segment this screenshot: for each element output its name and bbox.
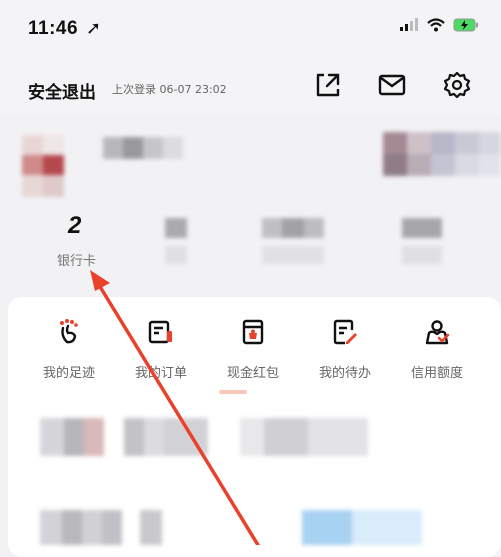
wifi-icon bbox=[427, 18, 445, 32]
order-icon bbox=[148, 320, 172, 344]
red-packet-icon bbox=[242, 319, 264, 345]
stat-blurred-2[interactable] bbox=[165, 218, 187, 266]
menu-label-todo: 我的待办 bbox=[318, 366, 371, 381]
settings-gear-icon[interactable] bbox=[441, 69, 473, 101]
logout-button[interactable]: 安全退出 bbox=[28, 78, 96, 103]
username-blurred bbox=[103, 137, 183, 159]
header: 安全退出 上次登录 06-07 23:02 bbox=[0, 55, 501, 115]
stat-blurred-4[interactable] bbox=[402, 218, 442, 266]
status-icons bbox=[399, 18, 479, 32]
status-bar: 11:46 ➚ bbox=[0, 0, 501, 55]
battery-charging-icon bbox=[453, 18, 478, 32]
credit-limit-icon bbox=[425, 320, 450, 345]
signal-icon bbox=[400, 18, 418, 31]
todo-icon bbox=[333, 319, 357, 345]
menu-item-credit-limit[interactable]: 信用额度 bbox=[394, 318, 480, 381]
menu-label-footprint: 我的足迹 bbox=[42, 366, 95, 381]
menu-label-credit-limit: 信用额度 bbox=[410, 366, 463, 381]
lower-content-blurred-2 bbox=[40, 510, 500, 545]
menu-item-orders[interactable]: 我的订单 bbox=[118, 318, 204, 381]
mail-icon[interactable] bbox=[376, 69, 408, 101]
bank-card-count: 2 bbox=[68, 212, 82, 239]
bank-card-label: 银行卡 bbox=[57, 254, 97, 269]
menu-label-red-packet: 现金红包 bbox=[226, 366, 279, 381]
menu-label-orders: 我的订单 bbox=[134, 366, 187, 381]
lower-content-blurred-1 bbox=[40, 418, 420, 458]
active-tab-indicator bbox=[219, 390, 247, 394]
stats-row: 2 银行卡 bbox=[0, 200, 501, 280]
avatar bbox=[22, 135, 64, 197]
menu-item-red-packet[interactable]: 现金红包 bbox=[210, 318, 296, 381]
menu-item-todo[interactable]: 我的待办 bbox=[302, 318, 388, 381]
location-arrow-icon: ➚ bbox=[86, 18, 102, 38]
footprint-icon bbox=[60, 319, 78, 344]
menu-item-footprint[interactable]: 我的足迹 bbox=[26, 318, 112, 381]
expand-icon[interactable] bbox=[312, 69, 344, 101]
membership-blurred bbox=[383, 132, 501, 176]
status-time: 11:46 bbox=[28, 18, 79, 39]
stat-blurred-3[interactable] bbox=[262, 218, 324, 266]
last-login-text: 上次登录 06-07 23:02 bbox=[112, 83, 227, 96]
